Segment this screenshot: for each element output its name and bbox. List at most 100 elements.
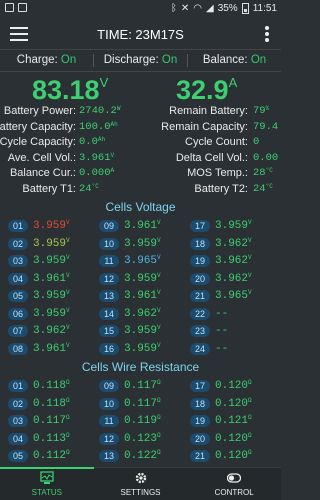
discharge-label: Discharge: [103,54,159,66]
cell-number-badge: 04 [8,432,28,445]
cell-item: 18 0.120Ω [190,397,252,412]
stat-right-value: 28°C [253,167,273,179]
discharge-status: Discharge: On [94,50,187,71]
stat-right-value: 79.4 [253,120,279,133]
cell-value: 0.119Ω [124,414,161,428]
nav-label: STATUS [31,488,63,497]
cell-number-badge: 01 [8,220,28,233]
cells-voltage-title: Cells Voltage [105,200,176,214]
cell-number-badge: 18 [190,237,210,250]
cell-item: 15 3.959V [99,324,161,339]
cell-item: 03 0.117Ω [8,414,70,429]
cell-value: 0.117Ω [124,379,161,393]
stat-left-label: Balance Cur.: [9,167,76,179]
cell-value: 3.962V [215,271,252,285]
cell-number-badge: 07 [8,325,28,338]
overflow-menu-icon[interactable] [265,26,269,42]
cell-number-badge: 17 [190,220,210,233]
cell-value: 3.959V [124,271,161,285]
cell-number-badge: 14 [99,307,119,320]
cell-number-badge: 20 [190,432,210,445]
cell-number-badge: 15 [99,325,119,338]
cell-number-badge: 12 [99,272,119,285]
cell-item: 22 -- [190,307,229,322]
toggle-icon [187,471,281,485]
cell-number-badge: 12 [99,432,119,445]
signal-icon: ◢ [205,3,214,14]
cell-item: 24 -- [190,342,229,357]
balance-value: On [250,54,267,66]
cell-item: 05 0.112Ω [8,449,70,464]
cell-item: 09 3.961V [99,219,161,234]
stat-left-value: 2740.2W [79,105,121,117]
cell-value: 3.965V [215,289,252,303]
system-status-bar: ᛒ ✕ ◠ ◢ 35% 11:51 [0,0,281,19]
stat-row: Balance Cur.: 0.000A MOS Temp.: 28°C [0,167,281,183]
cell-number-badge: 18 [190,397,210,410]
charge-status: Charge: On [0,50,93,71]
cell-value: 0.120Ω [215,431,252,445]
cell-item: 10 3.959V [99,237,161,252]
cell-item: 04 3.961V [8,272,70,287]
cell-item: 21 0.120Ω [190,449,252,464]
cell-item: 02 0.118Ω [8,397,70,412]
pack-voltage-unit: V [99,75,109,90]
cell-item: 20 0.120Ω [190,431,252,447]
cell-number-badge: 24 [190,342,210,355]
cell-value: 3.962V [124,306,161,320]
pack-current-readout: 32.9A [176,75,237,106]
cell-item: 19 3.962V [190,254,252,269]
cell-number-badge: 23 [190,325,210,338]
cells-resistance-grid: 01 0.118Ω 02 0.118Ω 03 0.117Ω 04 0.113Ω 05 0.112Ω… [8,379,278,470]
cell-value: 0.113Ω [33,431,70,445]
stat-right-value: 24°C [253,182,273,195]
cell-number-badge: 10 [99,397,119,410]
cell-item: 01 3.959V [8,219,70,234]
cell-value: 0.123Ω [124,431,161,445]
clock: 11:51 [252,3,277,14]
cell-value: 3.959V [124,324,161,338]
cell-value: 3.959V [33,219,70,233]
cell-item: 12 3.959V [99,271,161,287]
stat-left-label: Ave. Cell Vol.: [7,151,76,164]
app-notification-icon [5,3,14,12]
balance-label: Balance: [202,54,248,66]
cell-value: 3.961V [33,341,70,355]
cell-number-badge: 21 [190,290,210,303]
pack-current-value: 32.9 [176,75,229,105]
stat-left-label: Battery Capacity: [0,120,76,133]
stat-row: Battery T1: 24°C Battery T2: 24°C [0,183,281,199]
cell-value: 3.962V [215,236,252,250]
nav-tab-settings[interactable]: SETTINGS [94,468,188,500]
cell-item: 04 0.113Ω [8,431,70,447]
cell-value: -- [215,307,229,320]
nav-tab-control[interactable]: CONTROL [187,468,281,500]
cell-item: 14 3.962V [99,306,161,322]
cell-number-badge: 05 [8,290,28,303]
stat-right-label: Remain Battery: [169,105,248,117]
cell-item: 16 3.959V [99,342,161,357]
cell-item: 13 0.122Ω [99,449,161,464]
wifi-icon: ◠ [193,3,202,14]
cell-value: 0.121Ω [215,414,252,428]
cell-number-badge: 04 [8,272,28,285]
nav-tab-status[interactable]: STATUS [0,467,94,500]
cell-item: 10 0.117Ω [99,397,161,412]
cell-value: 3.965V [124,254,161,268]
stat-left-value: 24°C [79,182,99,195]
cell-value: 3.959V [215,219,252,233]
cell-item: 03 3.959V [8,254,70,269]
cell-value: 3.959V [33,254,70,268]
cell-item: 11 3.965V [99,254,161,269]
cell-item: 12 0.123Ω [99,431,161,447]
cell-value: -- [215,342,229,355]
cell-number-badge: 13 [99,450,119,463]
cell-value: -- [215,325,229,338]
cell-item: 01 0.118Ω [8,379,70,394]
nav-label: SETTINGS [120,488,161,497]
stat-left-value: 3.961V [79,151,115,164]
cell-item: 20 3.962V [190,271,252,287]
cell-item: 11 0.119Ω [99,414,161,429]
stat-left-label: Battery T1: [22,182,76,195]
cell-item: 17 3.959V [190,219,252,234]
